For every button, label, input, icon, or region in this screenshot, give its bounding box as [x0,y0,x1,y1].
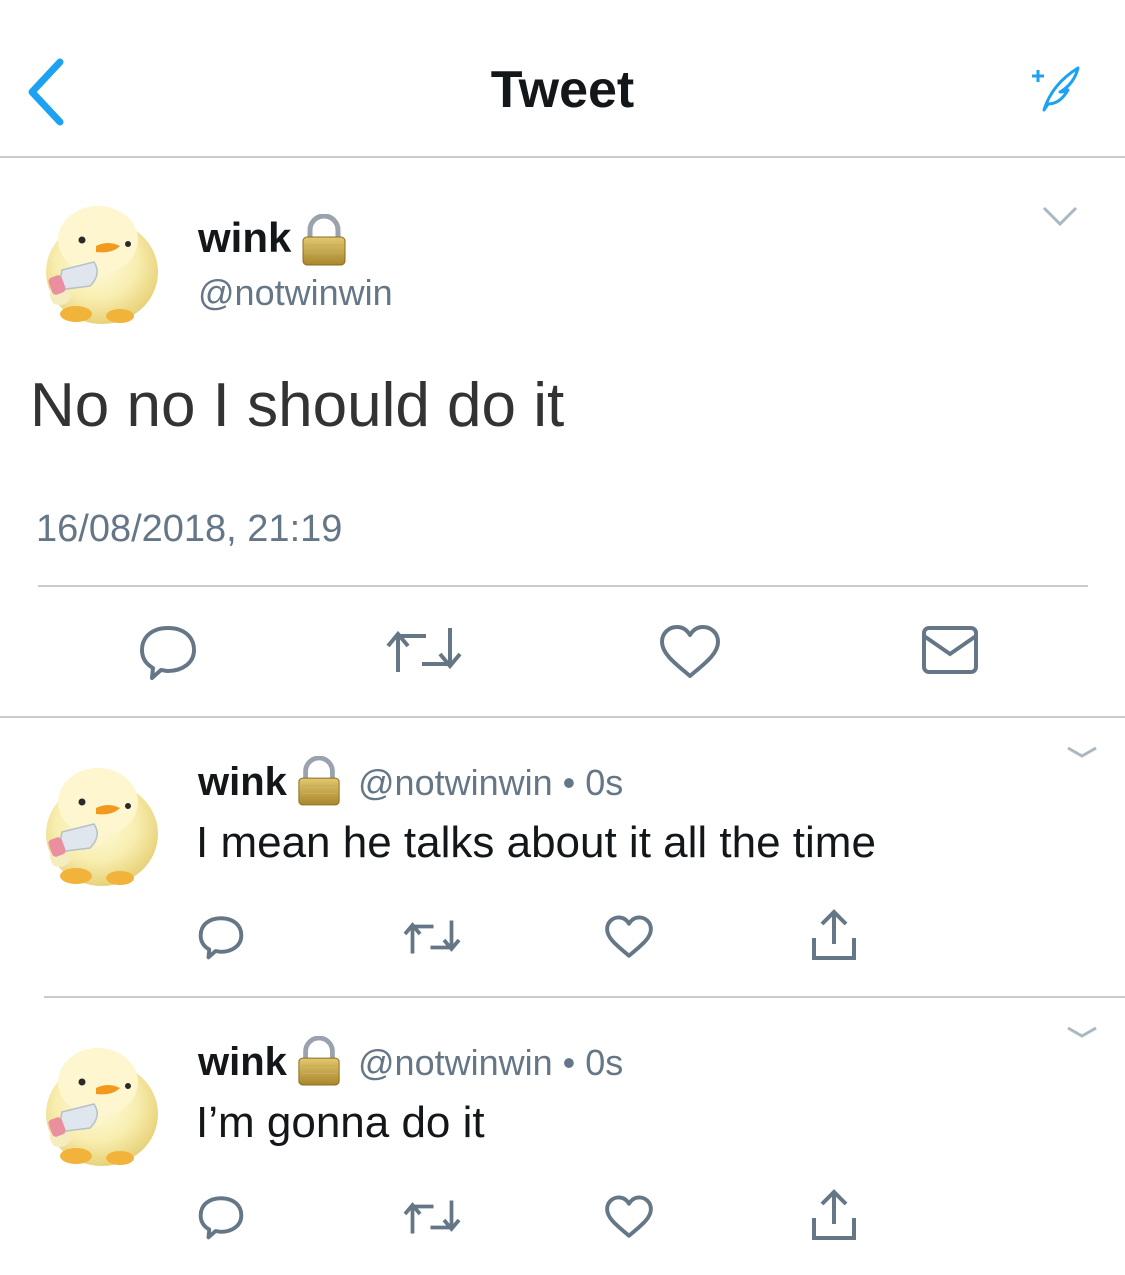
retweet-icon[interactable] [384,622,464,678]
time-ago[interactable]: 0s [585,762,623,803]
display-name[interactable]: wink [198,214,291,262]
dm-icon[interactable] [920,624,980,676]
display-name[interactable]: wink [198,760,287,805]
meta-separator: • [562,762,576,803]
tweet-text: I’m gonna do it [196,1098,485,1147]
thread-divider [0,716,1125,718]
header-divider [0,156,1125,158]
avatar[interactable] [36,1042,166,1172]
reply-icon[interactable] [196,912,246,962]
display-name[interactable]: wink [198,1040,287,1085]
tweet-text: I mean he talks about it all the time [196,818,876,867]
retweet-icon[interactable] [402,1196,462,1238]
like-icon[interactable] [604,1194,654,1240]
username[interactable]: @notwinwin [358,762,553,803]
lock-icon [296,756,342,806]
page-title: Tweet [490,61,635,119]
meta-separator: • [562,1042,576,1083]
chevron-down-icon[interactable] [1040,204,1080,228]
like-icon[interactable] [658,624,722,680]
tweet-timestamp: 16/08/2018, 21:19 [36,508,343,550]
username[interactable]: @notwinwin [358,1042,553,1083]
chevron-down-icon[interactable] [1064,744,1100,760]
lock-icon [296,1036,342,1086]
lock-icon [300,214,348,266]
compose-tweet-icon[interactable] [1026,62,1082,114]
chevron-down-icon[interactable] [1064,1024,1100,1040]
actions-divider [38,585,1088,587]
reply-icon[interactable] [196,1192,246,1242]
share-icon[interactable] [808,908,860,962]
avatar[interactable] [36,200,166,330]
time-ago[interactable]: 0s [585,1042,623,1083]
avatar[interactable] [36,762,166,892]
username[interactable]: @notwinwin [198,272,393,314]
reply-meta: @notwinwin • 0s [358,762,623,804]
reply-icon[interactable] [136,620,200,684]
reply-divider [44,996,1125,998]
retweet-icon[interactable] [402,916,462,958]
tweet-text: No no I should do it [30,371,565,440]
like-icon[interactable] [604,914,654,960]
reply-meta: @notwinwin • 0s [358,1042,623,1084]
share-icon[interactable] [808,1188,860,1242]
